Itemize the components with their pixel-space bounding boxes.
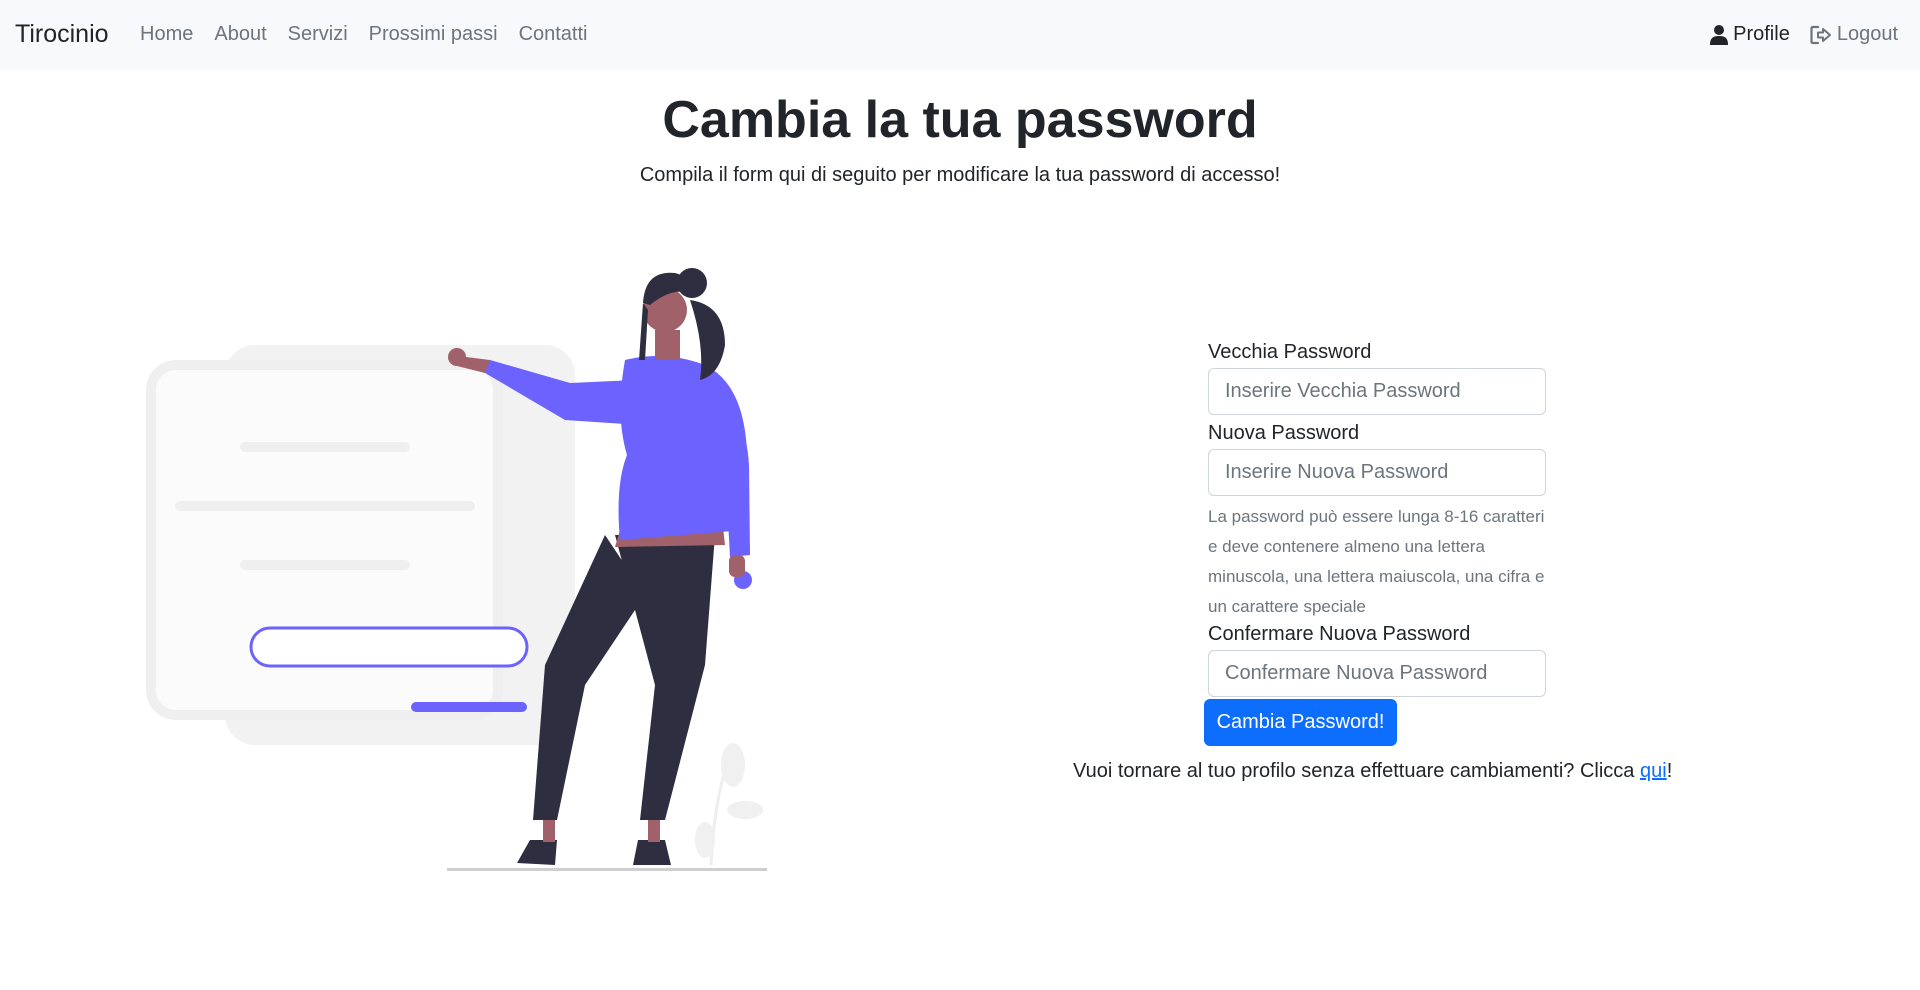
logout-icon bbox=[1810, 25, 1831, 44]
page-subtitle: Compila il form qui di seguito per modif… bbox=[639, 164, 1281, 186]
user-icon bbox=[1710, 24, 1729, 45]
nav-link-prossimi-passi[interactable]: Prossimi passi bbox=[369, 23, 498, 46]
logout-link[interactable]: Logout bbox=[1810, 23, 1898, 46]
back-suffix: ! bbox=[1666, 760, 1673, 782]
nav-link-about[interactable]: About bbox=[214, 23, 266, 46]
navbar-brand[interactable]: Tirocinio bbox=[15, 20, 109, 49]
confirm-password-label: Confermare Nuova Password bbox=[1208, 623, 1471, 645]
nav-right: Profile Logout bbox=[1690, 23, 1898, 46]
back-to-profile-text: Vuoi tornare al tuo profilo senza effett… bbox=[1073, 760, 1672, 783]
new-password-input[interactable] bbox=[1208, 449, 1546, 496]
old-password-input[interactable] bbox=[1208, 368, 1546, 415]
back-to-profile-link[interactable]: qui bbox=[1640, 760, 1667, 782]
navbar: Tirocinio Home About Servizi Prossimi pa… bbox=[0, 0, 1920, 70]
back-text: Vuoi tornare al tuo profilo senza effett… bbox=[1073, 760, 1640, 782]
change-password-button[interactable]: Cambia Password! bbox=[1204, 699, 1397, 746]
old-password-label: Vecchia Password bbox=[1208, 341, 1372, 363]
logout-label: Logout bbox=[1836, 23, 1898, 45]
confirm-password-input[interactable] bbox=[1208, 650, 1546, 697]
change-password-form: Vecchia Password Nuova Password La passw… bbox=[1208, 340, 1546, 703]
new-password-label: Nuova Password bbox=[1208, 422, 1360, 444]
page-title: Cambia la tua password bbox=[662, 91, 1258, 149]
nav-links: Home About Servizi Prossimi passi Contat… bbox=[140, 23, 609, 46]
profile-label: Profile bbox=[1733, 23, 1790, 45]
password-help-text: La password può essere lunga 8-16 caratt… bbox=[1208, 507, 1545, 616]
nav-link-contatti[interactable]: Contatti bbox=[519, 23, 588, 46]
profile-link[interactable]: Profile bbox=[1710, 23, 1790, 46]
nav-link-servizi[interactable]: Servizi bbox=[288, 23, 348, 46]
password-illustration bbox=[146, 268, 767, 871]
nav-link-home[interactable]: Home bbox=[140, 23, 193, 46]
